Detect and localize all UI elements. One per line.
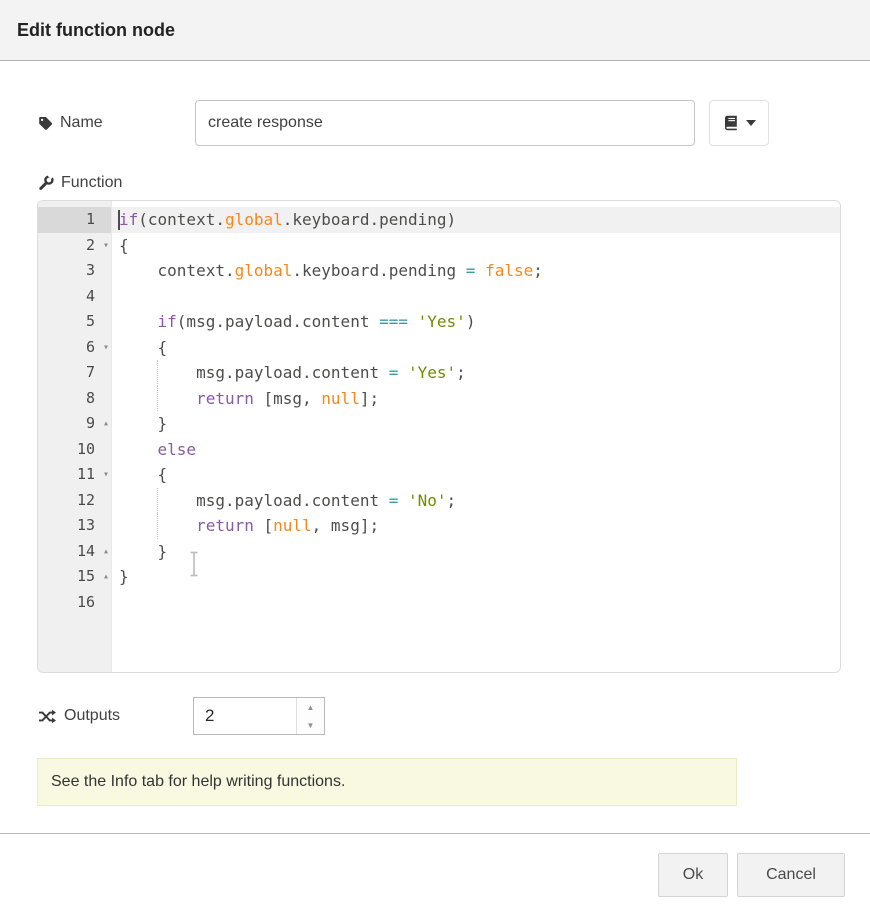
code-line[interactable] xyxy=(112,284,840,310)
code-line[interactable]: else xyxy=(112,437,840,463)
name-label-text: Name xyxy=(60,114,103,132)
fold-end-icon[interactable]: ▴ xyxy=(103,539,109,565)
code-line[interactable] xyxy=(112,590,840,616)
cancel-button[interactable]: Cancel xyxy=(737,853,845,897)
tag-icon xyxy=(38,116,53,131)
code-editor[interactable]: 12▾3456▾789▴1011▾121314▴15▴16 if(context… xyxy=(37,200,841,673)
code-line[interactable]: msg.payload.content = 'No'; xyxy=(112,488,840,514)
code-line[interactable]: } xyxy=(112,564,840,590)
code-line[interactable]: context.global.keyboard.pending = false; xyxy=(112,258,840,284)
code-line[interactable]: if(msg.payload.content === 'Yes') xyxy=(112,309,840,335)
spinner-down-icon[interactable]: ▼ xyxy=(297,716,324,734)
text-caret xyxy=(118,210,120,230)
fold-open-icon[interactable]: ▾ xyxy=(103,462,109,488)
gutter-line-number[interactable]: 3 xyxy=(38,258,111,284)
indent-guide xyxy=(157,386,158,412)
code-line[interactable]: { xyxy=(112,462,840,488)
editor-gutter: 12▾3456▾789▴1011▾121314▴15▴16 xyxy=(38,201,112,672)
code-line[interactable]: { xyxy=(112,335,840,361)
footer-divider xyxy=(0,833,870,834)
gutter-line-number[interactable]: 13 xyxy=(38,513,111,539)
outputs-input[interactable] xyxy=(194,698,296,734)
caret-down-icon xyxy=(746,120,756,126)
indent-guide xyxy=(157,360,158,386)
function-label-text: Function xyxy=(61,174,122,192)
gutter-line-number[interactable]: 5 xyxy=(38,309,111,335)
gutter-line-number[interactable]: 2▾ xyxy=(38,233,111,259)
name-input[interactable] xyxy=(195,100,695,146)
fold-open-icon[interactable]: ▾ xyxy=(103,335,109,361)
gutter-line-number[interactable]: 7 xyxy=(38,360,111,386)
gutter-line-number[interactable]: 8 xyxy=(38,386,111,412)
function-label: Function xyxy=(38,172,122,194)
outputs-label: Outputs xyxy=(38,697,120,735)
dialog-title: Edit function node xyxy=(17,20,175,41)
library-button[interactable] xyxy=(709,100,769,146)
fold-open-icon[interactable]: ▾ xyxy=(103,233,109,259)
spinner-up-icon[interactable]: ▲ xyxy=(297,698,324,716)
name-label: Name xyxy=(38,100,103,146)
code-line[interactable]: if(context.global.keyboard.pending) xyxy=(112,207,840,233)
outputs-stepper: ▲ ▼ xyxy=(193,697,325,735)
form-tip-text: See the Info tab for help writing functi… xyxy=(51,773,345,791)
code-line[interactable]: { xyxy=(112,233,840,259)
dialog-header: Edit function node xyxy=(0,0,870,61)
indent-guide xyxy=(157,513,158,539)
gutter-line-number[interactable]: 11▾ xyxy=(38,462,111,488)
gutter-line-number[interactable]: 12 xyxy=(38,488,111,514)
fold-end-icon[interactable]: ▴ xyxy=(103,411,109,437)
code-line[interactable]: return [null, msg]; xyxy=(112,513,840,539)
code-line[interactable]: } xyxy=(112,539,840,565)
gutter-line-number[interactable]: 1 xyxy=(38,207,111,233)
code-line[interactable]: } xyxy=(112,411,840,437)
gutter-line-number[interactable]: 14▴ xyxy=(38,539,111,565)
wrench-icon xyxy=(38,175,54,191)
gutter-line-number[interactable]: 16 xyxy=(38,590,111,616)
indent-guide xyxy=(157,488,158,514)
ok-button[interactable]: Ok xyxy=(658,853,728,897)
gutter-line-number[interactable]: 6▾ xyxy=(38,335,111,361)
editor-code-area[interactable]: if(context.global.keyboard.pending){ con… xyxy=(112,201,840,672)
outputs-label-text: Outputs xyxy=(64,707,120,725)
code-line[interactable]: msg.payload.content = 'Yes'; xyxy=(112,360,840,386)
code-line[interactable]: return [msg, null]; xyxy=(112,386,840,412)
gutter-line-number[interactable]: 4 xyxy=(38,284,111,310)
book-icon xyxy=(723,115,739,131)
fold-end-icon[interactable]: ▴ xyxy=(103,564,109,590)
gutter-line-number[interactable]: 9▴ xyxy=(38,411,111,437)
outputs-spinner: ▲ ▼ xyxy=(296,698,324,734)
gutter-line-number[interactable]: 10 xyxy=(38,437,111,463)
random-icon xyxy=(38,709,57,724)
form-tip: See the Info tab for help writing functi… xyxy=(37,758,737,806)
gutter-line-number[interactable]: 15▴ xyxy=(38,564,111,590)
